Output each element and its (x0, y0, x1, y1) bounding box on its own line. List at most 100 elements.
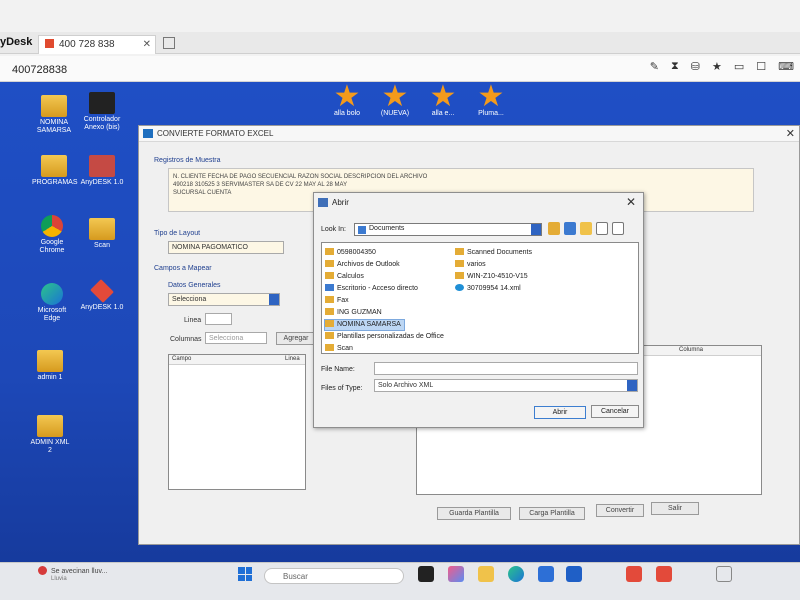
datos-generales-value: Selecciona (172, 296, 207, 303)
desktop-icon-admin-xml[interactable]: ADMIN XML 2 (28, 415, 72, 455)
desktop-icon-admin[interactable]: admin 1 (28, 350, 72, 382)
carga-plantilla-button[interactable]: Carga Plantilla (519, 507, 585, 520)
datos-generales-select[interactable]: Selecciona (168, 293, 280, 306)
monitor-icon[interactable]: ▭ (734, 60, 744, 73)
desktop-top-icon-1[interactable]: ★ alla bolo (325, 82, 369, 118)
chevron-down-icon[interactable] (531, 224, 541, 235)
desktop-top-icon-3[interactable]: ★ alla e... (421, 80, 465, 118)
list-item[interactable]: Fax (325, 296, 349, 306)
list-item[interactable]: 0598004350 (325, 248, 376, 258)
close-icon[interactable]: ✕ (786, 127, 795, 140)
folder-icon (325, 248, 334, 255)
outlook-icon[interactable] (566, 566, 582, 582)
weather-icon (38, 566, 47, 575)
list-item[interactable]: Scanned Documents (455, 248, 532, 258)
new-folder-icon[interactable] (580, 222, 592, 235)
anydesk-session-tab[interactable]: 400 728 838 ✕ (38, 35, 156, 54)
copilot-icon[interactable] (448, 566, 464, 582)
window-titlebar: CONVIERTE FORMATO EXCEL ✕ (139, 126, 799, 142)
desktop-icon-label: Google Chrome (39, 239, 65, 254)
desktop-icon-label: (NUEVA) (380, 110, 410, 117)
anydesk-address-input[interactable]: 400728838 (12, 64, 67, 76)
look-in-select[interactable]: Documents (354, 223, 542, 236)
store-icon[interactable] (538, 566, 554, 582)
look-in-value: Documents (369, 225, 405, 232)
cancel-button[interactable]: Cancelar (591, 405, 639, 418)
file-list[interactable]: 0598004350 Archivos de Outlook Calculos … (321, 242, 639, 354)
desktop-icon-label: PROGRAMAS (32, 179, 78, 186)
list-item[interactable]: WIN-Z10-4510-V15 (455, 272, 528, 282)
database-icon[interactable]: ⛁ (691, 60, 700, 73)
grid-header: Campo Linea (169, 355, 305, 365)
chevron-down-icon[interactable] (269, 294, 279, 305)
desktop-icon-chrome[interactable]: Google Chrome (30, 215, 74, 255)
close-icon[interactable]: ✕ (143, 39, 151, 50)
new-tab-icon[interactable] (163, 37, 175, 49)
up-folder-icon[interactable] (548, 222, 560, 235)
hourglass-icon[interactable]: ⧗ (671, 60, 679, 73)
desktop-icon-controlador[interactable]: Controlador Anexo (bis) (80, 92, 124, 132)
folder-icon (455, 260, 464, 267)
mapped-fields-grid[interactable]: Campo Linea (168, 354, 306, 490)
tipo-layout-field[interactable]: NOMINA PAGOMATICO (168, 241, 284, 254)
files-of-type-select[interactable]: Solo Archivo XML (374, 379, 638, 392)
desktop-icon-nomina[interactable]: NOMINA SAMARSA (32, 95, 76, 135)
file-name: 30709954 14.xml (467, 285, 521, 292)
folder-icon (325, 272, 334, 279)
anydesk-icon[interactable] (626, 566, 642, 582)
weather-notification[interactable]: Se avecinan lluv... Lluvia (38, 566, 107, 582)
file-explorer-icon[interactable] (478, 566, 494, 582)
folder-icon (325, 332, 334, 339)
list-view-icon[interactable] (596, 222, 608, 235)
desktop-icon-anydesk-2[interactable]: AnyDESK 1.0 (80, 279, 124, 312)
anydesk-icon[interactable] (656, 566, 672, 582)
guardar-plantilla-button[interactable]: Guarda Plantilla (437, 507, 511, 520)
linea-input[interactable] (205, 313, 232, 325)
desktop-top-icon-2[interactable]: ★ (NUEVA) (373, 82, 417, 118)
anydesk-icon (90, 279, 114, 303)
edit-icon[interactable]: ✎ (650, 60, 659, 73)
grid-col-campo: Campo (172, 356, 192, 362)
desktop-top-icon-4[interactable]: ★ Pluma... (469, 82, 513, 118)
list-item[interactable]: Plantillas personalizadas de Office (325, 332, 444, 342)
list-item[interactable]: Escritorio - Acceso directo (325, 284, 418, 294)
list-item[interactable]: ING GUZMAN (325, 308, 382, 318)
desktop-icon-programas[interactable]: PROGRAMAS (32, 155, 78, 187)
salir-button[interactable]: Salir (651, 502, 699, 515)
desktop-icon-anydesk-1[interactable]: AnyDESK 1.0 (80, 155, 124, 187)
star-icon: ★ (429, 80, 457, 113)
desktop-icon-label: AnyDESK 1.0 (80, 304, 124, 311)
windows-start-icon[interactable] (238, 567, 252, 581)
folder-icon (41, 155, 67, 177)
desktop-icon-scan[interactable]: Scan (80, 218, 124, 250)
details-view-icon[interactable] (612, 222, 624, 235)
list-item[interactable]: Scan (325, 344, 353, 354)
chevron-down-icon[interactable] (627, 380, 637, 391)
file-name-input[interactable] (374, 362, 638, 375)
agregar-button[interactable]: Agregar (276, 332, 316, 345)
list-item[interactable]: 30709954 14.xml (455, 284, 521, 294)
columnas-select[interactable]: Selecciona (205, 332, 267, 344)
list-item[interactable]: Calculos (325, 272, 364, 282)
home-icon[interactable] (564, 222, 576, 235)
task-view-icon[interactable] (418, 566, 434, 582)
open-button[interactable]: Abrir (534, 406, 586, 419)
edge-icon[interactable] (508, 566, 524, 582)
close-icon[interactable]: ✕ (626, 195, 636, 209)
documents-icon (358, 226, 366, 234)
list-item[interactable]: varios (455, 260, 486, 270)
star-icon[interactable]: ★ (712, 60, 722, 73)
window-icon[interactable] (716, 566, 732, 582)
list-item-selected[interactable]: NOMINA SAMARSA (324, 319, 405, 331)
taskbar-search[interactable]: Buscar (264, 568, 404, 584)
keyboard-icon[interactable]: ⌨ (778, 60, 794, 73)
desktop-icon-label: alla e... (431, 110, 455, 117)
convertir-button[interactable]: Convertir (596, 504, 644, 517)
grid-col-linea: Linea (285, 356, 300, 362)
dialog-title: Abrir (332, 198, 349, 207)
chat-icon[interactable]: ☐ (756, 60, 766, 73)
file-name: varios (467, 261, 486, 268)
desktop-icon-edge[interactable]: Microsoft Edge (30, 283, 74, 323)
list-item[interactable]: Archivos de Outlook (325, 260, 400, 270)
anydesk-brand: yDesk (0, 36, 33, 48)
